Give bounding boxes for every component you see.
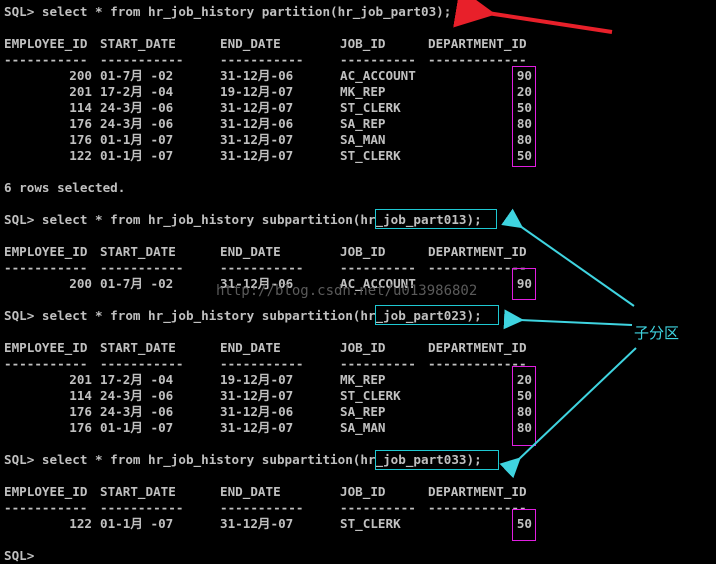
column-header: END_DATE	[220, 36, 281, 51]
rows-selected-message: 6 rows selected.	[4, 180, 126, 195]
column-header: END_DATE	[220, 340, 281, 355]
subpartition-name-highlight	[375, 450, 499, 470]
column-separator: -----------	[4, 356, 88, 371]
column-separator: -----------	[100, 356, 184, 371]
column-separator: -----------	[220, 356, 304, 371]
column-header: DEPARTMENT_ID	[428, 340, 527, 355]
column-separator: ----------	[340, 500, 416, 515]
subpartition-annotation: 子分区	[634, 324, 680, 342]
column-header: END_DATE	[220, 484, 281, 499]
final-prompt[interactable]: SQL>	[4, 548, 34, 564]
column-separator: -----------	[220, 260, 304, 275]
column-header: JOB_ID	[340, 340, 386, 355]
column-header: START_DATE	[100, 36, 176, 51]
cell-department-id: 80	[516, 132, 532, 147]
column-separator: ----------	[340, 356, 416, 371]
column-separator: -----------	[100, 52, 184, 67]
subpartition-name-highlight	[375, 209, 497, 229]
column-separator: -----------	[100, 260, 184, 275]
column-header: START_DATE	[100, 484, 176, 499]
cell-department-id: 50	[516, 516, 532, 531]
cell-department-id: 80	[516, 116, 532, 131]
column-separator: -----------	[100, 500, 184, 515]
column-separator: -----------	[4, 52, 88, 67]
column-header: EMPLOYEE_ID	[4, 340, 88, 355]
watermark-url: http://blog.csdn.net/u013986802	[216, 283, 478, 299]
column-header: DEPARTMENT_ID	[428, 244, 527, 259]
cell-department-id: 50	[516, 388, 532, 403]
column-separator: -----------	[4, 500, 88, 515]
column-header: DEPARTMENT_ID	[428, 36, 527, 51]
column-header: START_DATE	[100, 244, 176, 259]
dept-id-highlight	[512, 268, 536, 300]
column-separator: -----------	[4, 260, 88, 275]
dept-id-highlight	[512, 66, 536, 167]
cell-department-id: 50	[516, 148, 532, 163]
cell-department-id: 80	[516, 404, 532, 419]
column-header: START_DATE	[100, 340, 176, 355]
command-line-partition[interactable]: SQL> select * from hr_job_history partit…	[4, 4, 451, 20]
cell-department-id: 50	[516, 100, 532, 115]
sqlplus-terminal[interactable]: SQL> select * from hr_job_history partit…	[0, 0, 716, 564]
column-header: DEPARTMENT_ID	[428, 484, 527, 499]
column-header: JOB_ID	[340, 36, 386, 51]
column-separator: -----------	[220, 52, 304, 67]
column-header: EMPLOYEE_ID	[4, 244, 88, 259]
dept-id-highlight	[512, 509, 536, 541]
column-header: JOB_ID	[340, 244, 386, 259]
column-header: END_DATE	[220, 244, 281, 259]
cell-department-id: 20	[516, 372, 532, 387]
subpartition-name-highlight	[375, 305, 499, 325]
column-separator: ----------	[340, 260, 416, 275]
column-header: JOB_ID	[340, 484, 386, 499]
column-separator: -----------	[220, 500, 304, 515]
dept-id-highlight	[512, 366, 536, 446]
column-separator: ----------	[340, 52, 416, 67]
cell-department-id: 80	[516, 420, 532, 435]
column-header: EMPLOYEE_ID	[4, 36, 88, 51]
column-header: EMPLOYEE_ID	[4, 484, 88, 499]
cell-department-id: 90	[516, 68, 532, 83]
cell-department-id: 20	[516, 84, 532, 99]
